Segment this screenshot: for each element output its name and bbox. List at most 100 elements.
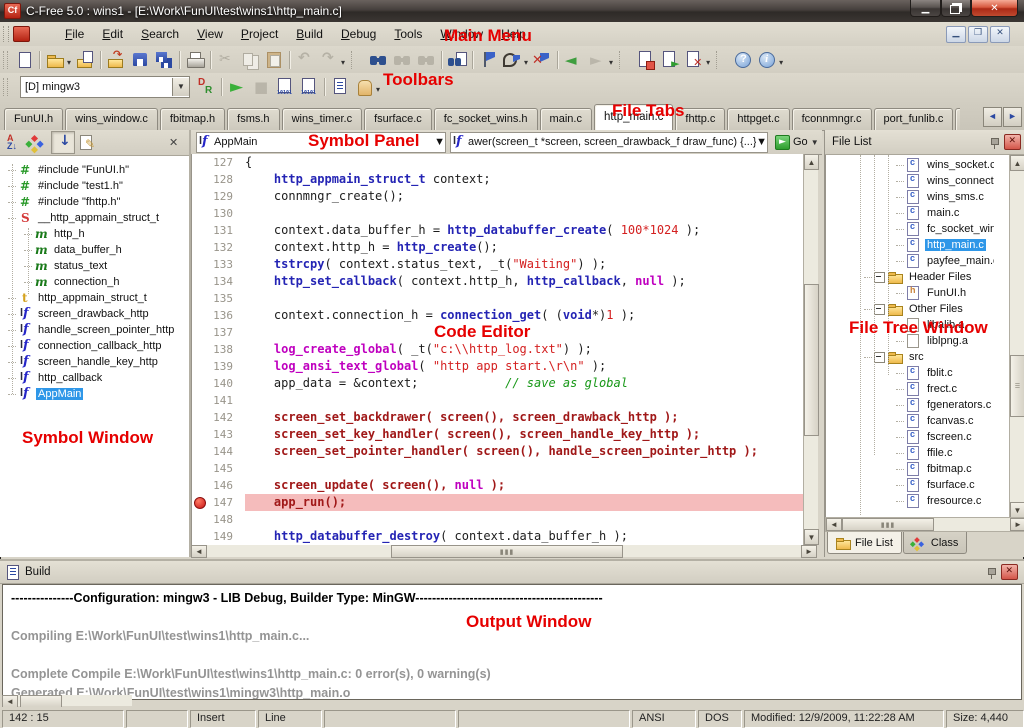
find-icon[interactable] <box>367 49 389 71</box>
breakpoint-margin[interactable] <box>192 477 205 494</box>
goto-bookmark-icon[interactable] <box>501 49 523 71</box>
build-horizontal-scrollbar[interactable]: ◄ <box>2 695 132 706</box>
file-tree-item[interactable]: wins_connection.c <box>826 173 994 189</box>
file-tab-fc-socket-wins-h[interactable]: fc_socket_wins.h <box>434 108 538 130</box>
file-tree-item[interactable]: frect.c <box>826 381 994 397</box>
file-tree-item[interactable]: fbitmap.c <box>826 461 994 477</box>
scroll-up-icon[interactable]: ▲ <box>804 154 819 170</box>
code-editor[interactable]: 127{128 http_appmain_struct_t context;12… <box>191 154 804 545</box>
file-tree-item[interactable]: Header Files <box>826 269 994 285</box>
chevron-down-icon[interactable]: ▾ <box>706 52 712 67</box>
menu-item-help[interactable]: Help <box>492 24 535 44</box>
collapse-icon[interactable] <box>874 304 885 315</box>
menu-item-window[interactable]: Window <box>431 24 492 44</box>
close-button[interactable]: ✕ <box>971 0 1018 17</box>
close-icon[interactable] <box>163 132 185 153</box>
file-tree-item[interactable]: fscreen.c <box>826 429 994 445</box>
chevron-down-icon[interactable]: ▾ <box>524 52 530 67</box>
debug-run-settings-icon[interactable] <box>195 76 217 98</box>
toggle-bookmark-icon[interactable] <box>477 49 499 71</box>
symbol-prototype-combo[interactable]: awer(screen_t *screen, screen_drawback_f… <box>450 132 768 153</box>
reload-file-icon[interactable] <box>105 49 127 71</box>
breakpoint-margin[interactable] <box>192 171 205 188</box>
breakpoint-margin[interactable] <box>192 341 205 358</box>
find-in-files-icon[interactable] <box>446 49 468 71</box>
file-tab-fbitmap-h[interactable]: fbitmap.h <box>160 108 225 130</box>
symbol-item[interactable]: #include "FunUI.h" <box>0 162 189 178</box>
menu-item-edit[interactable]: Edit <box>93 24 132 44</box>
file-tree-item[interactable]: Other Files <box>826 301 994 317</box>
scroll-down-icon[interactable]: ▼ <box>804 529 819 545</box>
about-icon[interactable] <box>756 49 778 71</box>
breakpoint-margin[interactable] <box>192 222 205 239</box>
scrollbar-thumb[interactable]: ▮▮▮ <box>842 518 934 531</box>
file-tab-httpget-c[interactable]: httpget.c <box>727 108 789 130</box>
symbol-item[interactable]: status_text <box>0 258 189 274</box>
menu-item-debug[interactable]: Debug <box>332 24 385 44</box>
scroll-right-icon[interactable]: ► <box>1010 518 1024 531</box>
group-members-icon[interactable] <box>27 132 49 153</box>
sort-by-visibility-icon[interactable] <box>51 131 75 154</box>
breakpoint-margin[interactable] <box>192 324 205 341</box>
go-button[interactable]: ► Go ▼ <box>772 132 822 152</box>
run-icon[interactable] <box>226 76 248 98</box>
symbol-item[interactable]: screen_drawback_http <box>0 306 189 322</box>
symbol-item[interactable]: http_h <box>0 226 189 242</box>
toolbar-grip[interactable] <box>3 51 8 69</box>
pause-icon[interactable] <box>353 76 375 98</box>
panel-tab-file-list[interactable]: File List <box>827 532 902 554</box>
file-tree-item[interactable]: liblpng.a <box>826 333 994 349</box>
menu-item-search[interactable]: Search <box>132 24 188 44</box>
file-tree-item[interactable]: main.c <box>826 205 994 221</box>
chevron-down-icon[interactable]: ▾ <box>779 52 785 67</box>
file-tree-item[interactable]: FunUI.h <box>826 285 994 301</box>
breakpoint-margin[interactable] <box>192 409 205 426</box>
menu-item-view[interactable]: View <box>188 24 232 44</box>
file-tree-item[interactable]: src <box>826 349 994 365</box>
symbol-item[interactable]: http_callback <box>0 370 189 386</box>
file-tree-item[interactable]: fc_socket_wins.c <box>826 221 994 237</box>
scroll-right-icon[interactable]: ► <box>801 545 817 558</box>
chevron-down-icon[interactable]: ▾ <box>376 79 382 94</box>
symbol-tree[interactable]: #include "FunUI.h"#include "test1.h"#inc… <box>0 156 189 554</box>
toolbar-grip[interactable] <box>3 78 8 96</box>
breakpoint-margin[interactable] <box>192 358 205 375</box>
breakpoint-margin[interactable] <box>192 205 205 222</box>
restore-button[interactable] <box>941 0 971 17</box>
symbol-item[interactable]: __http_appmain_struct_t <box>0 210 189 226</box>
symbol-item[interactable]: connection_h <box>0 274 189 290</box>
build-config-combo[interactable]: [D] mingw3 ▼ <box>20 76 190 98</box>
file-tab-fhttp-c[interactable]: fhttp.c <box>675 108 725 130</box>
compile-icon[interactable] <box>635 49 657 71</box>
breakpoint-margin[interactable] <box>192 426 205 443</box>
file-tab-fsurface-c[interactable]: fsurface.c <box>364 108 432 130</box>
breakpoint-margin[interactable] <box>192 511 205 528</box>
scrollbar-thumb[interactable]: ☰ <box>1010 355 1024 417</box>
scroll-left-icon[interactable]: ◄ <box>191 545 207 558</box>
symbol-item[interactable]: handle_screen_pointer_http <box>0 322 189 338</box>
chevron-down-icon[interactable]: ▼ <box>172 78 189 96</box>
collapse-icon[interactable] <box>874 352 885 363</box>
breakpoint-margin[interactable] <box>192 443 205 460</box>
breakpoint-margin[interactable] <box>192 273 205 290</box>
compile-binary-all-icon[interactable] <box>298 76 320 98</box>
menu-item-tools[interactable]: Tools <box>385 24 431 44</box>
chevron-down-icon[interactable]: ▼ <box>434 134 445 151</box>
save-icon[interactable] <box>129 49 151 71</box>
scrollbar-thumb[interactable] <box>804 284 819 436</box>
symbol-item[interactable]: data_buffer_h <box>0 242 189 258</box>
breakpoint-margin[interactable] <box>192 154 205 171</box>
mdi-close-button[interactable]: ✕ <box>990 26 1010 43</box>
sort-alphabetic-icon[interactable] <box>3 132 25 153</box>
symbol-item[interactable]: #include "test1.h" <box>0 178 189 194</box>
symbol-item[interactable]: screen_handle_key_http <box>0 354 189 370</box>
chevron-down-icon[interactable]: ▼ <box>811 138 819 147</box>
breakpoint-margin[interactable] <box>192 256 205 273</box>
breakpoint-margin[interactable] <box>192 188 205 205</box>
clear-bookmarks-icon[interactable] <box>531 49 553 71</box>
scroll-up-icon[interactable]: ▲ <box>1010 155 1024 171</box>
file-tab-fsms-h[interactable]: fsms.h <box>227 108 279 130</box>
file-tree-item[interactable]: ffile.c <box>826 445 994 461</box>
file-tab-http-main-c[interactable]: http_main.c <box>594 104 673 130</box>
help-icon[interactable] <box>732 49 754 71</box>
